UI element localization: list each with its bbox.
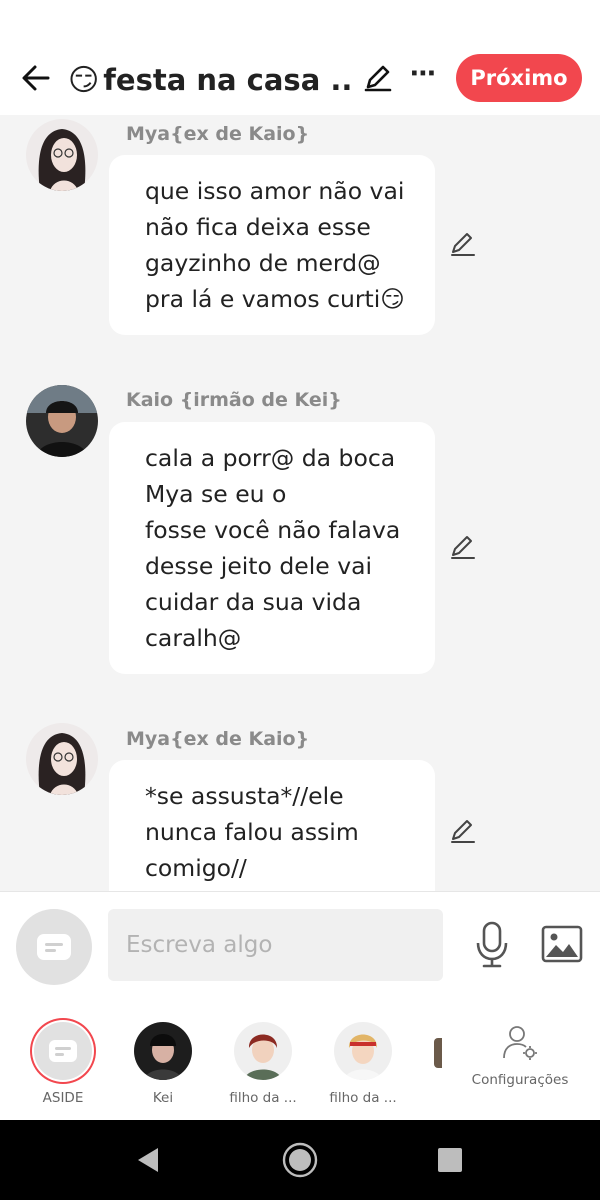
message-input[interactable] — [108, 909, 443, 981]
person-gear-icon — [503, 1026, 537, 1060]
message-bubble[interactable]: cala a porr@ da boca Mya se eu o fosse v… — [109, 422, 435, 674]
character-filho-2[interactable]: filho da ... — [318, 1022, 408, 1106]
nav-home-icon[interactable] — [282, 1142, 318, 1178]
edit-message-icon[interactable] — [448, 531, 478, 561]
message-line: que isso amor não vai — [145, 177, 405, 205]
system-nav-bar — [0, 1120, 600, 1200]
message-line: caralh@ — [145, 624, 242, 652]
message-list[interactable]: Mya{ex de Kaio} que isso amor não vai nã… — [0, 115, 600, 891]
image-icon[interactable] — [541, 925, 583, 963]
edit-message-icon[interactable] — [448, 815, 478, 845]
aside-toggle-button[interactable] — [16, 909, 92, 985]
message-bubble[interactable]: que isso amor não vai não fica deixa ess… — [109, 155, 435, 335]
nav-recents-icon[interactable] — [437, 1147, 463, 1173]
sender-name: Mya{ex de Kaio} — [126, 728, 310, 750]
aside-icon — [37, 934, 71, 960]
character-filho-1[interactable]: filho da ... — [218, 1022, 308, 1106]
character-avatar-partial[interactable] — [434, 1038, 442, 1068]
sender-name: Kaio {irmão de Kei} — [126, 389, 342, 411]
character-label: filho da ... — [329, 1090, 397, 1106]
chat-header: 😏 festa na casa ... ⋯ Próximo — [0, 0, 600, 115]
character-avatar — [134, 1022, 192, 1080]
avatar-kaio[interactable] — [26, 385, 98, 457]
settings-label: Configurações — [471, 1072, 569, 1088]
message-line: desse jeito dele vai — [145, 552, 373, 580]
character-avatar — [334, 1022, 392, 1080]
avatar-mya[interactable] — [26, 723, 98, 795]
more-options-icon[interactable]: ⋯ — [408, 61, 438, 92]
message-line: fosse você não falava — [145, 516, 401, 544]
character-aside[interactable]: ASIDE — [18, 1022, 108, 1106]
message-line: gayzinho de merd@ — [145, 249, 381, 277]
edit-message-icon[interactable] — [448, 228, 478, 258]
sender-name: Mya{ex de Kaio} — [126, 123, 310, 145]
next-button[interactable]: Próximo — [456, 54, 582, 102]
back-arrow-icon[interactable] — [18, 60, 54, 96]
message-line: cuidar da sua vida — [145, 588, 362, 616]
character-avatar — [234, 1022, 292, 1080]
microphone-icon[interactable] — [474, 921, 510, 969]
character-label: filho da ... — [229, 1090, 297, 1106]
smirk-emoji: 😏 — [68, 62, 100, 98]
chat-title: 😏 festa na casa ... — [68, 60, 353, 100]
message-line: *se assusta*//ele — [145, 782, 344, 810]
message-bubble[interactable]: *se assusta*//ele nunca falou assim comi… — [109, 760, 435, 891]
message-line: comigo// — [145, 854, 247, 882]
avatar-mya[interactable] — [26, 119, 98, 191]
edit-pencil-icon[interactable] — [362, 61, 394, 93]
character-bar: ASIDE Kei filho da ... filho da ... Conf… — [0, 1002, 600, 1120]
character-label: Kei — [152, 1090, 174, 1106]
settings-button[interactable]: Configurações — [468, 1024, 572, 1088]
character-kei[interactable]: Kei — [118, 1022, 208, 1106]
message-line: nunca falou assim — [145, 818, 359, 846]
message-line: não fica deixa esse — [145, 213, 371, 241]
nav-back-icon[interactable] — [134, 1146, 162, 1174]
character-label: ASIDE — [42, 1090, 84, 1106]
message-line: cala a porr@ da boca — [145, 444, 396, 472]
chat-title-text: festa na casa ... — [103, 63, 353, 97]
message-line: pra lá e vamos curti😏 — [145, 285, 405, 313]
message-line: Mya se eu o — [145, 480, 287, 508]
message-composer — [0, 891, 600, 1003]
aside-icon — [34, 1022, 92, 1080]
